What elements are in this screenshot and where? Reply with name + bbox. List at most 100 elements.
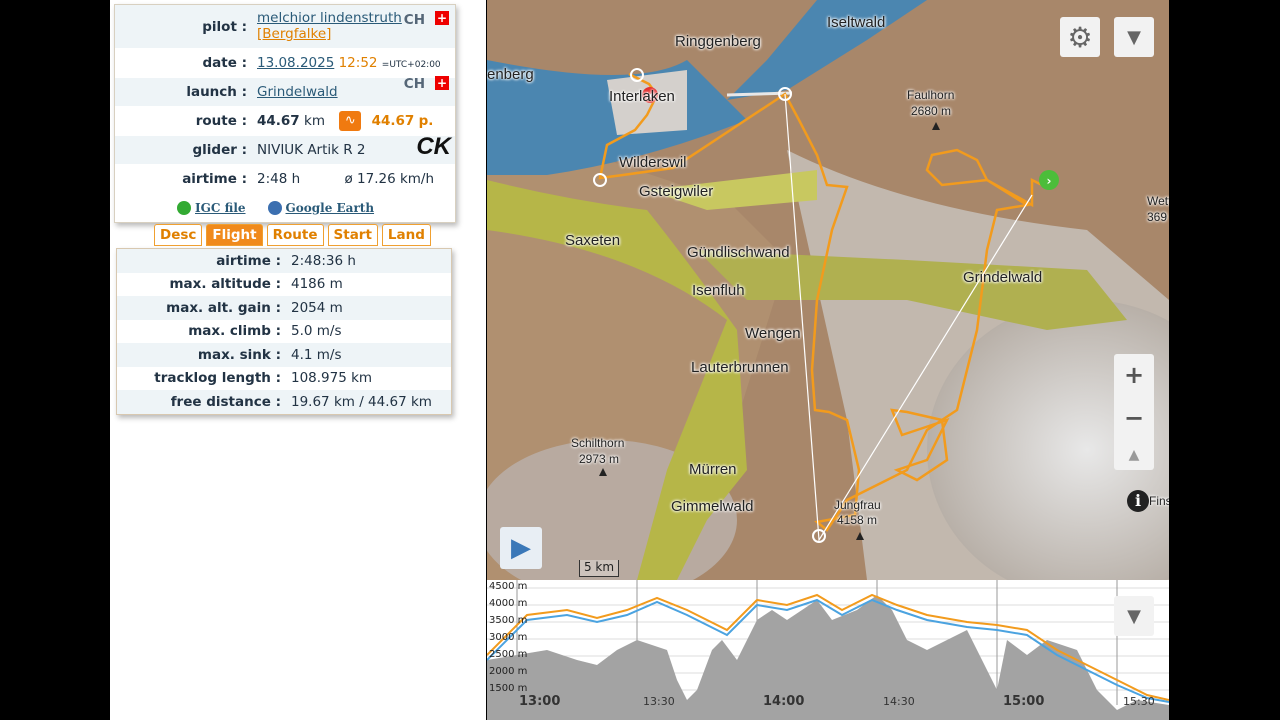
x-axis-label: 15:30 bbox=[1123, 695, 1155, 708]
igc-file-icon bbox=[177, 201, 191, 216]
glider-name: NIVIUK Artik R 2 bbox=[257, 142, 366, 158]
stat-value: 2054 m bbox=[291, 299, 343, 316]
settings-button[interactable]: ⚙ bbox=[1060, 17, 1100, 57]
zoom-in-button[interactable]: + bbox=[1124, 361, 1144, 389]
pilot-name-link[interactable]: melchior lindenstruth bbox=[257, 10, 455, 26]
y-axis-label: 4500 m bbox=[489, 581, 528, 592]
y-axis-label: 2500 m bbox=[489, 649, 528, 660]
map-label: Wette bbox=[1147, 194, 1169, 208]
map-label: Iseltwald bbox=[827, 14, 886, 31]
stat-label: airtime : bbox=[216, 252, 281, 269]
tab-flight[interactable]: Flight bbox=[206, 224, 263, 246]
map-label: Jungfrau bbox=[834, 498, 881, 512]
x-axis-label: 14:00 bbox=[763, 694, 805, 709]
swiss-flag-icon: + bbox=[435, 76, 449, 90]
stat-row: tracklog length : 108.975 km bbox=[117, 367, 451, 391]
altitude-profile-chart bbox=[487, 580, 1169, 720]
map-label: Lauterbrunnen bbox=[691, 359, 789, 376]
y-axis-label: 3500 m bbox=[489, 615, 528, 626]
stat-value: 4.1 m/s bbox=[291, 346, 342, 363]
date-link[interactable]: 13.08.2025 bbox=[257, 55, 334, 71]
stat-value: 2:48:36 h bbox=[291, 252, 356, 269]
flight-stats-table: airtime : 2:48:36 h max. altitude : 4186 m… bbox=[116, 248, 452, 415]
tab-land[interactable]: Land bbox=[381, 224, 431, 246]
info-icon[interactable]: i bbox=[1127, 490, 1149, 512]
stat-label: max. altitude : bbox=[169, 276, 281, 293]
map-label: Saxeten bbox=[565, 232, 621, 249]
x-axis-label: 15:00 bbox=[1003, 694, 1045, 709]
glider-label: glider : bbox=[192, 142, 248, 158]
pilot-team-link[interactable]: [Bergfalke] bbox=[257, 26, 455, 42]
airtime-value: 2:48 h bbox=[257, 171, 301, 187]
map-menu-button[interactable]: ▼ bbox=[1114, 17, 1154, 57]
svg-text:›: › bbox=[1047, 174, 1052, 188]
airtime-label: airtime : bbox=[182, 171, 247, 187]
map-label: 369 bbox=[1147, 210, 1168, 224]
map-scale: 5 km bbox=[579, 560, 619, 577]
stat-label: max. climb : bbox=[188, 323, 281, 340]
flight-map[interactable]: ✕ › Iseltwald Ringgenberg enberg Interla… bbox=[487, 0, 1169, 580]
map-label: Isenfluh bbox=[692, 282, 745, 299]
map-label: Wengen bbox=[745, 325, 801, 342]
glider-row: glider : NIVIUK Artik R 2 CK bbox=[115, 133, 455, 165]
stat-label: max. alt. gain : bbox=[166, 299, 281, 316]
google-earth-icon bbox=[267, 201, 282, 216]
altitude-profile[interactable]: 4500 m 4000 m 3500 m 3000 m 2500 m 2000 … bbox=[487, 580, 1169, 720]
route-type-icon[interactable]: ∿ bbox=[339, 111, 362, 131]
route-unit: km bbox=[304, 113, 325, 129]
north-arrow-icon[interactable]: ▲ bbox=[1129, 447, 1140, 463]
launch-row: launch : Grindelwald CH + bbox=[115, 76, 455, 107]
glider-brand-logo: CK bbox=[416, 133, 451, 160]
timezone: =UTC+02:00 bbox=[381, 60, 441, 70]
map-label: 4158 m bbox=[837, 513, 878, 527]
launch-link[interactable]: Grindelwald bbox=[257, 84, 338, 100]
terrain-area bbox=[487, 595, 1169, 720]
airtime-row: airtime : 2:48 h ø 17.26 km/h bbox=[115, 165, 455, 194]
map-label: Faulhorn bbox=[907, 88, 955, 102]
y-axis-label: 4000 m bbox=[489, 598, 528, 609]
stat-value: 19.67 km / 44.67 km bbox=[291, 393, 432, 410]
map-label: 2680 m bbox=[911, 104, 952, 118]
stat-value: 4186 m bbox=[291, 276, 343, 293]
detail-tabs: Desc Flight Route Start Land bbox=[154, 224, 431, 246]
route-label: route : bbox=[195, 113, 247, 129]
pilot-info-box: pilot : melchior lindenstruth [Bergfalke… bbox=[114, 4, 456, 223]
y-axis-label: 1500 m bbox=[489, 683, 528, 694]
pilot-label: pilot : bbox=[202, 19, 247, 35]
map-label: Grindelwald bbox=[963, 269, 1043, 286]
google-earth-link[interactable]: Google Earth bbox=[267, 201, 374, 216]
play-icon: ▶ bbox=[511, 533, 531, 563]
map-label: enberg bbox=[487, 66, 534, 83]
map-label: Schilthorn bbox=[571, 436, 625, 450]
avg-speed: ø 17.26 km/h bbox=[344, 171, 435, 187]
igc-file-label: IGC file bbox=[195, 200, 246, 215]
x-axis-label: 13:00 bbox=[519, 694, 561, 709]
map-label: Ringgenberg bbox=[675, 33, 761, 50]
igc-file-link[interactable]: IGC file bbox=[177, 201, 246, 216]
map-label: Mürren bbox=[689, 461, 737, 478]
tab-desc[interactable]: Desc bbox=[154, 224, 203, 246]
terrain-map: ✕ › bbox=[487, 0, 1169, 580]
flight-info-panel: pilot : melchior lindenstruth [Bergfalke… bbox=[110, 0, 486, 720]
stat-row: max. climb : 5.0 m/s bbox=[117, 320, 451, 344]
x-axis-label: 14:30 bbox=[883, 695, 915, 708]
map-label: Gündlischwand bbox=[687, 244, 790, 261]
gear-icon: ⚙ bbox=[1067, 20, 1093, 54]
chevron-down-icon: ▼ bbox=[1127, 26, 1141, 48]
zoom-controls: + − ▲ bbox=[1114, 354, 1154, 470]
pilot-row: pilot : melchior lindenstruth [Bergfalke… bbox=[115, 5, 455, 49]
launch-time: 12:52 bbox=[338, 55, 378, 71]
tab-route[interactable]: Route bbox=[266, 224, 324, 246]
map-label: Fins bbox=[1149, 494, 1169, 508]
stat-row: free distance : 19.67 km / 44.67 km bbox=[117, 390, 451, 414]
stat-row: max. alt. gain : 2054 m bbox=[117, 296, 451, 320]
profile-menu-button[interactable]: ▼ bbox=[1114, 596, 1154, 636]
route-points: 44.67 bbox=[371, 113, 415, 129]
launch-label: launch : bbox=[186, 84, 247, 100]
map-label: Interlaken bbox=[609, 88, 675, 105]
zoom-out-button[interactable]: − bbox=[1124, 404, 1144, 432]
play-button[interactable]: ▶ bbox=[500, 527, 542, 569]
map-label: Gimmelwald bbox=[671, 498, 754, 515]
stat-label: tracklog length : bbox=[154, 370, 281, 387]
tab-start[interactable]: Start bbox=[327, 224, 378, 246]
